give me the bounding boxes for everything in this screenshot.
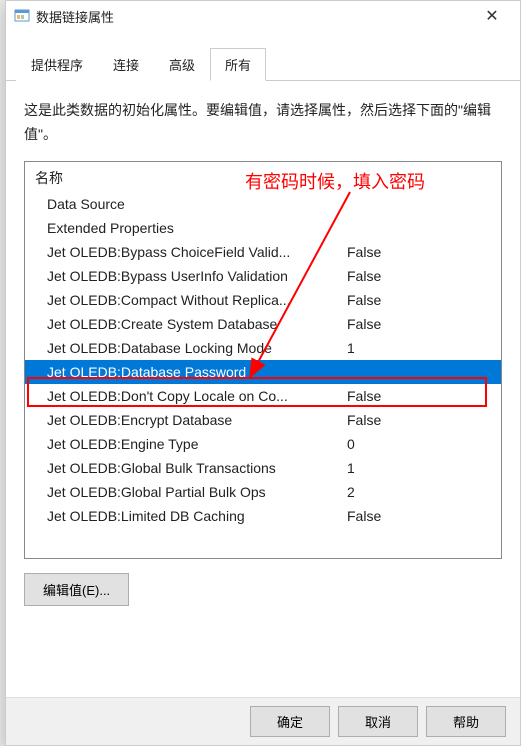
tab-content: 这是此类数据的初始化属性。要编辑值，请选择属性，然后选择下面的"编辑值"。 名称…	[6, 81, 520, 620]
property-row[interactable]: Jet OLEDB:Encrypt DatabaseFalse	[25, 408, 501, 432]
close-button[interactable]: ✕	[472, 2, 512, 30]
properties-scroll[interactable]: Data Source Extended Properties Jet OLEDB:…	[25, 192, 501, 558]
property-value: 1	[347, 340, 491, 356]
property-value: False	[347, 388, 491, 404]
property-name: Jet OLEDB:Engine Type	[47, 436, 347, 452]
edit-button-row: 编辑值(E)...	[24, 573, 502, 606]
property-value: 0	[347, 436, 491, 452]
property-value: False	[347, 508, 491, 524]
property-row[interactable]: Jet OLEDB:Engine Type0	[25, 432, 501, 456]
window-title: 数据链接属性	[36, 7, 472, 26]
property-value: False	[347, 268, 491, 284]
property-value	[347, 364, 491, 380]
property-row[interactable]: Jet OLEDB:Create System DatabaseFalse	[25, 312, 501, 336]
property-name: Data Source	[47, 196, 347, 212]
titlebar: 数据链接属性 ✕	[6, 1, 520, 31]
list-header-name: 名称	[25, 162, 501, 192]
property-row[interactable]: Jet OLEDB:Global Partial Bulk Ops2	[25, 480, 501, 504]
ok-button[interactable]: 确定	[250, 706, 330, 737]
tab-advanced[interactable]: 高级	[154, 48, 210, 81]
help-button[interactable]: 帮助	[426, 706, 506, 737]
property-value: 1	[347, 460, 491, 476]
property-value: False	[347, 244, 491, 260]
property-value: 2	[347, 484, 491, 500]
property-row[interactable]: Data Source	[25, 192, 501, 216]
property-row[interactable]: Jet OLEDB:Bypass ChoiceField Valid...Fal…	[25, 240, 501, 264]
property-value	[347, 196, 491, 212]
property-name: Jet OLEDB:Database Password	[47, 364, 347, 380]
app-icon	[14, 8, 30, 24]
property-value: False	[347, 316, 491, 332]
property-row[interactable]: Extended Properties	[25, 216, 501, 240]
tab-all[interactable]: 所有	[210, 48, 266, 81]
property-row[interactable]: Jet OLEDB:Limited DB CachingFalse	[25, 504, 501, 528]
property-row[interactable]: Jet OLEDB:Don't Copy Locale on Co...Fals…	[25, 384, 501, 408]
property-row[interactable]: Jet OLEDB:Global Bulk Transactions1	[25, 456, 501, 480]
edit-value-button[interactable]: 编辑值(E)...	[24, 573, 129, 606]
properties-listbox: 名称 Data Source Extended Properties Jet OLE…	[24, 161, 502, 559]
tab-provider[interactable]: 提供程序	[16, 48, 98, 81]
property-name: Extended Properties	[47, 220, 347, 236]
property-row[interactable]: Jet OLEDB:Bypass UserInfo ValidationFals…	[25, 264, 501, 288]
property-value	[347, 220, 491, 236]
property-name: Jet OLEDB:Global Bulk Transactions	[47, 460, 347, 476]
property-name: Jet OLEDB:Compact Without Replica...	[47, 292, 347, 308]
property-name: Jet OLEDB:Encrypt Database	[47, 412, 347, 428]
property-name: Jet OLEDB:Database Locking Mode	[47, 340, 347, 356]
data-link-properties-dialog: 数据链接属性 ✕ 提供程序 连接 高级 所有 这是此类数据的初始化属性。要编辑值…	[5, 0, 521, 746]
cancel-button[interactable]: 取消	[338, 706, 418, 737]
instructions-text: 这是此类数据的初始化属性。要编辑值，请选择属性，然后选择下面的"编辑值"。	[24, 99, 502, 147]
dialog-footer: 确定 取消 帮助	[6, 697, 520, 745]
property-value: False	[347, 412, 491, 428]
property-row[interactable]: Jet OLEDB:Compact Without Replica...Fals…	[25, 288, 501, 312]
property-value: False	[347, 292, 491, 308]
property-name: Jet OLEDB:Limited DB Caching	[47, 508, 347, 524]
property-name: Jet OLEDB:Don't Copy Locale on Co...	[47, 388, 347, 404]
property-name: Jet OLEDB:Create System Database	[47, 316, 347, 332]
tab-strip: 提供程序 连接 高级 所有	[6, 43, 520, 81]
property-name: Jet OLEDB:Bypass UserInfo Validation	[47, 268, 347, 284]
property-row[interactable]: Jet OLEDB:Database Locking Mode1	[25, 336, 501, 360]
property-name: Jet OLEDB:Bypass ChoiceField Valid...	[47, 244, 347, 260]
property-row[interactable]: Jet OLEDB:Database Password	[25, 360, 501, 384]
property-name: Jet OLEDB:Global Partial Bulk Ops	[47, 484, 347, 500]
tab-connection[interactable]: 连接	[98, 48, 154, 81]
